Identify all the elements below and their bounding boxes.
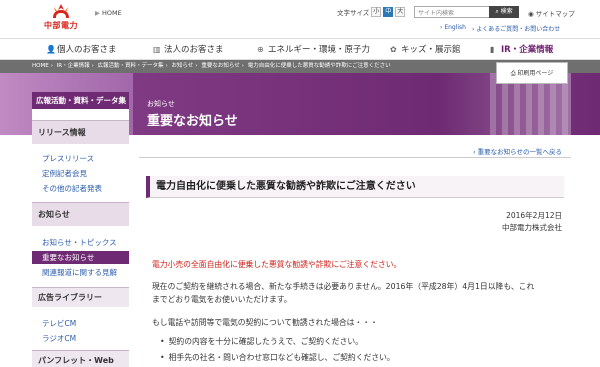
back-to-list-link[interactable]: ‹ 重要なお知らせの一覧へ戻る: [473, 146, 562, 156]
gnav-label: 法人のお客さま: [164, 45, 224, 55]
breadcrumb-separator: ›: [50, 63, 53, 69]
sidebar-item-press-release[interactable]: プレスリリース: [32, 153, 129, 164]
person-icon: 👤: [46, 45, 56, 54]
sidebar-item-regular-conference[interactable]: 定例記者会見: [32, 168, 129, 179]
search-input[interactable]: サイト内検索: [414, 6, 490, 18]
breadcrumb-separator: ›: [91, 63, 94, 69]
triangle-right-icon: ▶: [95, 9, 100, 17]
sitemap-link[interactable]: ◉ サイトマップ: [528, 8, 575, 18]
sidebar-item-other-announcements[interactable]: その他の記者発表: [32, 183, 129, 194]
bullet-icon: •: [160, 337, 165, 346]
alert-text: 電力小売の全面自由化に便乗した悪質な勧誘や詐欺にご注意ください。: [152, 260, 402, 269]
banner-category: お知らせ: [147, 100, 175, 108]
sidebar-item-important-news[interactable]: 重要なお知らせ: [32, 251, 129, 264]
sidebar-section-ad-library[interactable]: 広告ライブラリー: [32, 287, 129, 307]
gnav-label: キッズ・展示館: [401, 45, 461, 55]
building-icon: ▥: [153, 45, 161, 54]
paragraph: もし電話や訪問等で電気の契約について勧誘された場合は・・・: [152, 318, 378, 327]
breadcrumb-item-home[interactable]: HOME: [32, 63, 49, 69]
paragraph-line: 現在のご契約を継続される場合、新たな手続きは必要ありません。2016年（平成28…: [152, 282, 535, 291]
list-item: • 契約の内容を十分に確認したうえで、ご契約ください。: [160, 336, 363, 347]
breadcrumb-item-important[interactable]: 重要なお知らせ: [201, 63, 239, 69]
main-content: [139, 135, 571, 367]
gnav-item-business[interactable]: ▥ 法人のお客さま: [153, 39, 224, 60]
header-sub-links: › English › よくあるご質問・お問い合わせ: [440, 24, 560, 33]
article-company: 中部電力株式会社: [502, 223, 562, 232]
sidebar-heading[interactable]: 広報活動・資料・データ集: [32, 92, 129, 109]
breadcrumb-separator: ›: [195, 63, 198, 69]
globe-icon: ⊕: [257, 45, 264, 54]
sidebar-item-press-views[interactable]: 関連報道に関する見解: [32, 267, 129, 278]
sitemap-icon: ◉: [528, 10, 534, 18]
paragraph-line: までどおり電気をお使いいただけます。: [152, 295, 292, 304]
sidebar-section-news[interactable]: お知らせ: [32, 202, 129, 226]
site-logo[interactable]: 中部電力: [40, 3, 82, 35]
search-button[interactable]: ⌕ 検索: [489, 6, 519, 18]
back-to-list-label: 重要なお知らせの一覧へ戻る: [477, 148, 563, 156]
logo-mark-icon: [53, 4, 69, 18]
print-page-label: 印刷用ページ: [517, 70, 554, 77]
sidebar-section-pamphlet[interactable]: パンフレット・Web: [32, 350, 129, 367]
sidebar-section-release[interactable]: リリース情報: [32, 120, 129, 144]
breadcrumb-item-ir[interactable]: IR・企業情報: [57, 63, 90, 69]
divider: [139, 157, 571, 158]
chart-icon: ▮: [490, 45, 495, 54]
sidebar-item-news-topics[interactable]: お知らせ・トピックス: [32, 237, 129, 248]
breadcrumb-item-news[interactable]: お知らせ: [172, 63, 194, 69]
sitemap-label: サイトマップ: [535, 10, 575, 18]
breadcrumb-item-current: 電力自由化に便乗した悪質な勧誘や詐欺にご注意ください: [247, 63, 391, 69]
gnav-label: IR・企業情報: [501, 45, 554, 55]
gnav-item-energy[interactable]: ⊕ エネルギー・環境・原子力: [257, 39, 370, 60]
home-link-label: HOME: [102, 9, 122, 17]
text-size-small-button[interactable]: 小: [371, 7, 382, 17]
text-size-large-button[interactable]: 大: [395, 7, 406, 17]
home-link[interactable]: ▶ HOME: [95, 9, 122, 17]
page-title: 重要なお知らせ: [147, 114, 238, 129]
faq-link[interactable]: › よくあるご質問・お問い合わせ: [472, 24, 560, 33]
text-size-control: 文字サイズ 小 中 大: [337, 7, 406, 17]
bullet-icon: •: [160, 353, 165, 362]
site-header: 中部電力 ▶ HOME 文字サイズ 小 中 大 サイト内検索 ⌕ 検索 ◉ サイト…: [0, 0, 600, 38]
logo-text: 中部電力: [44, 21, 78, 30]
faq-link-label: よくあるご質問・お問い合わせ: [476, 26, 561, 33]
print-page-button[interactable]: ⎙ 印刷用ページ: [496, 62, 568, 84]
gnav-item-ir[interactable]: ▮ IR・企業情報: [490, 39, 553, 60]
breadcrumb-separator: ›: [165, 63, 168, 69]
article-headline: 電力自由化に便乗した悪質な勧誘や詐欺にご注意ください: [146, 176, 564, 198]
search-icon: ⌕: [495, 8, 499, 15]
gnav-label: エネルギー・環境・原子力: [268, 45, 371, 55]
text-size-label: 文字サイズ: [337, 9, 370, 17]
english-link-label: English: [444, 24, 466, 31]
list-item: • 相手先の社名・問い合わせ窓口なども確認し、ご契約ください。: [160, 352, 395, 363]
breadcrumb-item-pr[interactable]: 広報活動・資料・データ集: [98, 63, 164, 69]
printer-icon: ⎙: [510, 70, 516, 77]
sidebar-item-radio-cm[interactable]: ラジオCM: [32, 333, 129, 344]
global-nav: 👤個人のお客さま ▥ 法人のお客さま ⊕ エネルギー・環境・原子力 ✿ キッズ・展示館…: [0, 38, 600, 60]
sidebar-item-tv-cm[interactable]: テレビCM: [32, 318, 129, 329]
page: 中部電力 ▶ HOME 文字サイズ 小 中 大 サイト内検索 ⌕ 検索 ◉ サイト…: [0, 0, 600, 367]
gnav-label: 個人のお客さま: [57, 45, 117, 55]
article-date: 2016年2月12日: [506, 211, 562, 220]
english-link[interactable]: › English: [440, 24, 466, 33]
gnav-item-kids[interactable]: ✿ キッズ・展示館: [390, 39, 461, 60]
search-button-label: 検索: [500, 8, 513, 15]
gnav-item-personal[interactable]: 👤個人のお客さま: [46, 39, 117, 60]
kids-icon: ✿: [390, 45, 397, 54]
list-item-text: 相手先の社名・問い合わせ窓口なども確認し、ご契約ください。: [168, 353, 395, 362]
breadcrumb-separator: ›: [241, 63, 244, 69]
text-size-medium-button[interactable]: 中: [383, 7, 394, 17]
list-item-text: 契約の内容を十分に確認したうえで、ご契約ください。: [168, 337, 363, 346]
